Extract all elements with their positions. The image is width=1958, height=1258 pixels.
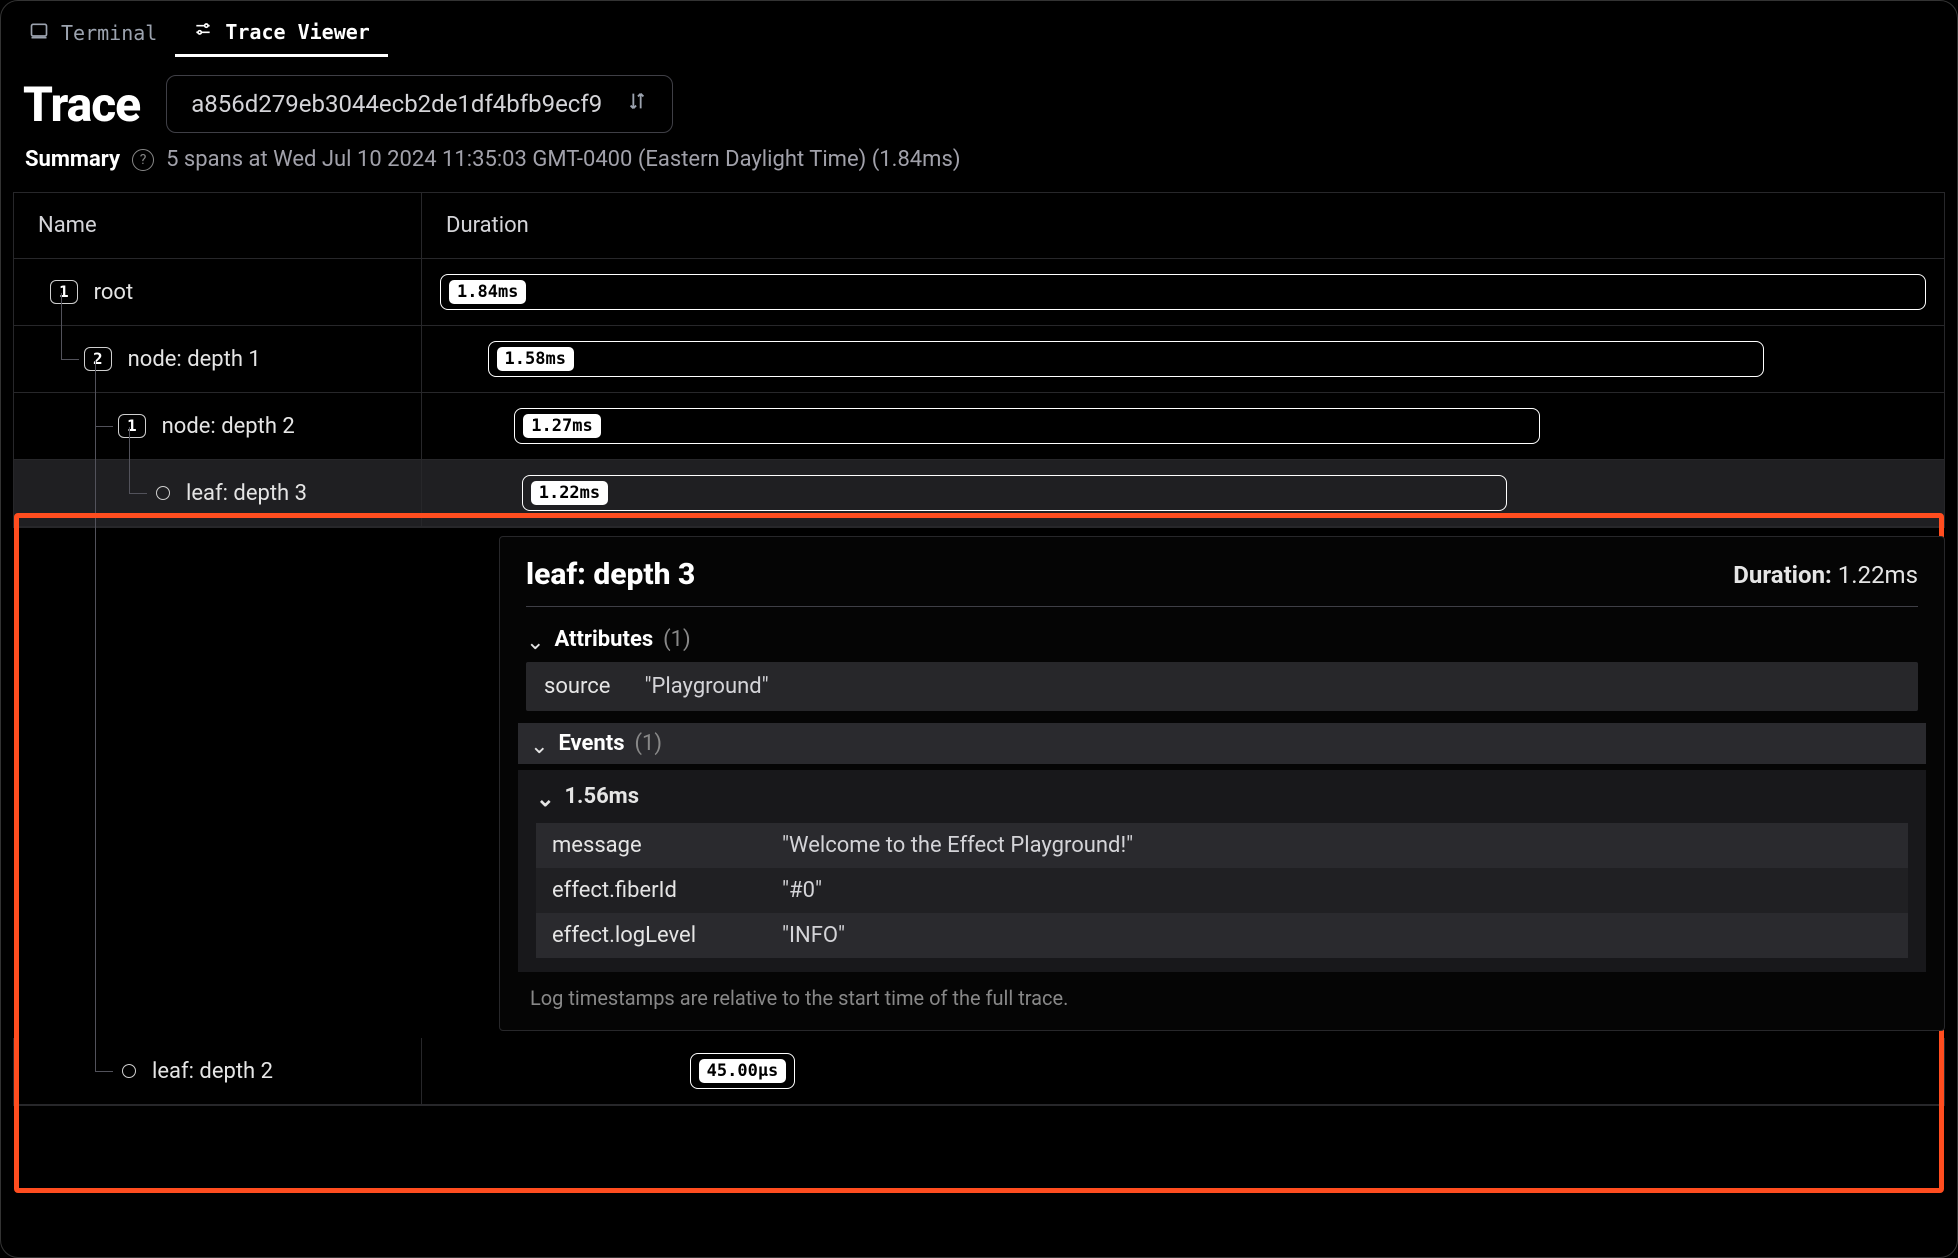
- child-count-badge: 1: [118, 414, 146, 438]
- span-row-root[interactable]: 1 root 1.84ms: [14, 259, 1944, 326]
- sort-icon: [626, 90, 648, 118]
- span-row-depth1[interactable]: 2 node: depth 1 1.58ms: [14, 326, 1944, 393]
- events-section-toggle[interactable]: ⌃ Events (1): [518, 723, 1926, 764]
- child-count-badge: 2: [84, 347, 112, 371]
- duration-bar: 1.27ms: [514, 408, 1539, 444]
- tab-terminal-label: Terminal: [61, 21, 157, 45]
- details-title: leaf: depth 3: [526, 557, 695, 592]
- span-label: node: depth 2: [162, 414, 295, 439]
- events-footnote: Log timestamps are relative to the start…: [526, 972, 1918, 1016]
- terminal-icon: [29, 21, 49, 46]
- col-header-duration: Duration: [422, 193, 1944, 258]
- details-duration: Duration: 1.22ms: [1733, 561, 1918, 589]
- col-header-name: Name: [14, 193, 422, 258]
- page-title: Trace: [23, 76, 140, 133]
- span-grid-tail: leaf: depth 2 45.00µs: [13, 1038, 1945, 1106]
- duration-value: 1.22ms: [531, 481, 608, 505]
- summary-line: Summary ? 5 spans at Wed Jul 10 2024 11:…: [1, 141, 1957, 192]
- summary-label: Summary: [25, 147, 120, 172]
- tab-trace-viewer-label: Trace Viewer: [225, 20, 370, 44]
- tab-trace-viewer[interactable]: Trace Viewer: [175, 9, 388, 57]
- trace-id-selector[interactable]: a856d279eb3044ecb2de1df4bfb9ecf9: [166, 75, 673, 133]
- duration-value: 45.00µs: [699, 1059, 787, 1083]
- child-count-badge: 1: [50, 280, 78, 304]
- event-row: message "Welcome to the Effect Playgroun…: [536, 823, 1908, 868]
- tab-bar: Terminal Trace Viewer: [1, 1, 1957, 57]
- event-value: "Welcome to the Effect Playground!": [782, 833, 1133, 858]
- span-label: root: [94, 280, 134, 305]
- span-row-leaf2[interactable]: leaf: depth 2 45.00µs: [14, 1038, 1944, 1105]
- event-table: message "Welcome to the Effect Playgroun…: [536, 823, 1908, 958]
- span-label: leaf: depth 2: [152, 1059, 273, 1084]
- chevron-up-icon: ⌃: [526, 627, 544, 652]
- help-icon[interactable]: ?: [132, 149, 154, 171]
- event-value: "#0": [782, 878, 822, 903]
- span-details-panel: leaf: depth 3 Duration: 1.22ms ⌃ Attribu…: [499, 536, 1945, 1031]
- chevron-up-icon: ⌃: [536, 784, 554, 809]
- event-time: 1.56ms: [564, 784, 639, 809]
- duration-bar: 1.22ms: [522, 475, 1507, 511]
- duration-bar: 1.58ms: [488, 341, 1764, 377]
- event-block: ⌃ 1.56ms message "Welcome to the Effect …: [518, 770, 1926, 972]
- span-label: leaf: depth 3: [186, 481, 307, 506]
- event-toggle[interactable]: ⌃ 1.56ms: [530, 776, 1914, 817]
- event-row: effect.fiberId "#0": [536, 868, 1908, 913]
- attribute-key: source: [544, 674, 610, 699]
- event-key: message: [552, 833, 782, 858]
- attribute-row: source "Playground": [526, 662, 1918, 711]
- event-key: effect.fiberId: [552, 878, 782, 903]
- duration-value: 1.58ms: [497, 347, 574, 371]
- chevron-up-icon: ⌃: [530, 731, 548, 756]
- duration-value: 1.27ms: [523, 414, 600, 438]
- event-row: effect.logLevel "INFO": [536, 913, 1908, 958]
- leaf-node-icon: [156, 486, 170, 500]
- leaf-node-icon: [122, 1064, 136, 1078]
- header: Trace a856d279eb3044ecb2de1df4bfb9ecf9: [1, 57, 1957, 141]
- trace-id-value: a856d279eb3044ecb2de1df4bfb9ecf9: [191, 90, 602, 118]
- span-grid: Name Duration 1 root 1.84ms: [13, 192, 1945, 528]
- span-row-leaf3[interactable]: leaf: depth 3 1.22ms: [14, 460, 1944, 527]
- event-key: effect.logLevel: [552, 923, 782, 948]
- grid-header: Name Duration: [14, 193, 1944, 259]
- attributes-section-toggle[interactable]: ⌃ Attributes (1): [526, 617, 1918, 662]
- sliders-icon: [193, 19, 213, 44]
- span-label: node: depth 1: [128, 347, 261, 372]
- tab-terminal[interactable]: Terminal: [11, 11, 175, 56]
- duration-bar: 1.84ms: [440, 274, 1926, 310]
- duration-value: 1.84ms: [449, 280, 526, 304]
- duration-bar: 45.00µs: [690, 1053, 796, 1089]
- event-value: "INFO": [782, 923, 845, 948]
- span-row-depth2[interactable]: 1 node: depth 2 1.27ms: [14, 393, 1944, 460]
- summary-text: 5 spans at Wed Jul 10 2024 11:35:03 GMT-…: [166, 147, 960, 172]
- attribute-value: "Playground": [644, 674, 768, 699]
